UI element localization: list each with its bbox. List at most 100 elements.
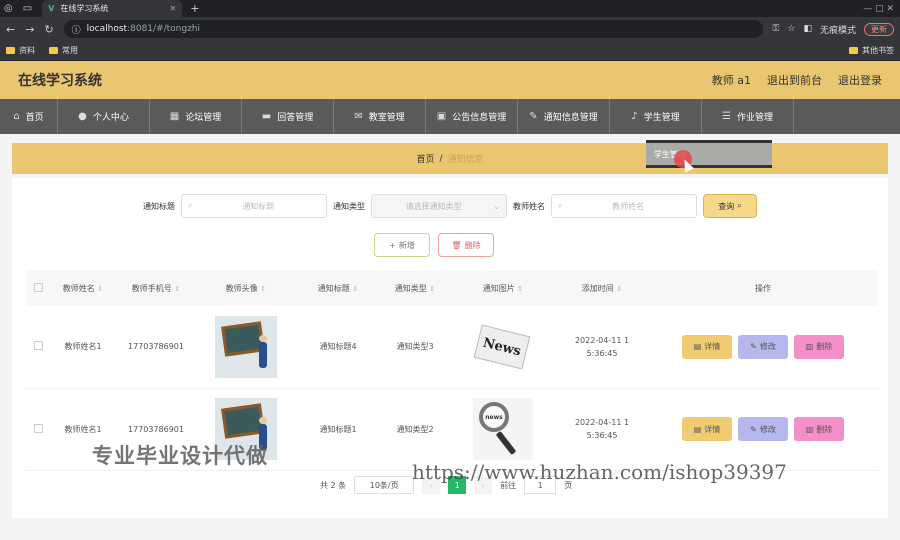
nav-item-announcements[interactable]: ▣ 公告信息管理: [426, 99, 518, 134]
browser-tab[interactable]: V 在线学习系统 ✕: [42, 0, 183, 17]
col-teacher-name[interactable]: 教师姓名 ⇕: [50, 270, 116, 306]
nav-item-profile[interactable]: ● 个人中心: [58, 99, 150, 134]
name-search-placeholder: 教师姓名: [612, 201, 645, 211]
teacher-phone-cell: 17703786901: [128, 342, 184, 352]
notice-title-cell: 通知标题4: [319, 342, 357, 352]
close-tab-icon[interactable]: ✕: [169, 4, 176, 13]
app-header: 在线学习系统 教师 a1 退出到前台 退出登录: [0, 61, 900, 99]
type-select[interactable]: 请选择通知类型 ⌄: [371, 194, 507, 218]
sort-icon[interactable]: ⇕: [616, 285, 622, 293]
mail-icon: ✉: [354, 111, 363, 122]
nav-label: 论坛管理: [185, 113, 222, 123]
col-label: 教师头像: [225, 283, 258, 293]
row-checkbox[interactable]: [33, 423, 43, 433]
globe-icon[interactable]: ◎: [4, 3, 13, 14]
detail-button[interactable]: ▤ 详情: [682, 417, 732, 441]
mic-icon: ♪: [631, 111, 638, 122]
col-teacher-phone[interactable]: 教师手机号 ⇕: [116, 270, 196, 306]
delete-button[interactable]: ▥ 删除: [794, 417, 844, 441]
bookmark-folder-1[interactable]: 常用: [49, 45, 78, 56]
edit-button[interactable]: ✎ 修改: [738, 417, 788, 441]
nav-item-answers[interactable]: ▬ 回答管理: [242, 99, 334, 134]
info-icon[interactable]: ⓘ: [72, 23, 81, 36]
toolbar-right: ⚿ ☆ ◧ 无痕模式 更新: [773, 22, 894, 36]
bookmark-folder-0[interactable]: 资料: [6, 45, 35, 56]
nav-item-students[interactable]: ♪ 学生管理: [610, 99, 702, 134]
edit-button[interactable]: ✎ 修改: [738, 334, 788, 359]
logout-link[interactable]: 退出登录: [838, 72, 882, 88]
sort-icon[interactable]: ⇕: [260, 285, 266, 293]
back-to-front-link[interactable]: 退出到前台: [767, 72, 822, 88]
teacher-avatar-image: [215, 315, 277, 378]
star-icon[interactable]: ☆: [787, 24, 795, 34]
teacher-name-cell: 教师姓名1: [64, 342, 102, 352]
name-search-input[interactable]: ⌕ 教师姓名: [551, 194, 697, 218]
window-controls[interactable]: — ▢ ✕: [863, 4, 900, 14]
breadcrumb-separator: /: [439, 153, 443, 164]
nav-label: 首页: [25, 113, 44, 123]
query-button[interactable]: 查询 ⌕: [703, 194, 757, 218]
back-icon[interactable]: ←: [6, 23, 15, 36]
vue-favicon-icon: V: [48, 4, 55, 13]
new-tab-icon[interactable]: +: [190, 2, 199, 15]
address-bar[interactable]: ⓘ localhost:8081/#/tongzhi: [63, 20, 763, 38]
name-filter-label: 教师姓名: [513, 201, 545, 211]
sort-icon[interactable]: ⇕: [174, 285, 180, 293]
detail-label: 详情: [704, 424, 721, 434]
nav-label: 个人中心: [92, 113, 129, 123]
time-line-2: 5:36:45: [586, 431, 618, 440]
page-size-select[interactable]: 10条/页: [354, 476, 415, 494]
nav-item-homework[interactable]: ☰ 作业管理: [702, 99, 794, 134]
detail-button[interactable]: ▤ 详情: [682, 334, 732, 359]
delete-button[interactable]: ▥ 删除: [794, 334, 844, 359]
row-operations: ▤ 详情 ✎ 修改 ▥ 删除: [648, 417, 878, 441]
folder-icon: [6, 47, 15, 54]
title-search-placeholder: 通知标题: [242, 201, 275, 211]
col-notice-type[interactable]: 通知类型 ⇕: [380, 270, 450, 306]
sort-icon[interactable]: ⇕: [352, 285, 358, 293]
nav-item-notifications[interactable]: ✎ 通知信息管理: [518, 99, 610, 134]
incognito-label[interactable]: 无痕模式: [820, 23, 856, 36]
row-select-cell: [26, 306, 50, 388]
forward-icon[interactable]: →: [25, 23, 34, 36]
col-created-time[interactable]: 添加时间 ⇕: [556, 270, 648, 306]
row-checkbox[interactable]: [33, 341, 43, 351]
app-title: 在线学习系统: [18, 73, 102, 89]
col-teacher-avatar[interactable]: 教师头像 ⇕: [196, 270, 296, 306]
table-row: 教师姓名1 17703786901 通知标题4 通知类型3 News 2022-…: [26, 306, 878, 388]
reload-icon[interactable]: ↻: [44, 23, 53, 36]
nav-item-classroom[interactable]: ✉ 教室管理: [334, 99, 426, 134]
sort-icon[interactable]: ⇕: [429, 285, 435, 293]
add-button[interactable]: + 新增: [374, 233, 430, 257]
pencil-icon: ✎: [750, 342, 757, 352]
select-all-cell: [26, 270, 50, 306]
col-notice-image[interactable]: 通知图片 ⇕: [450, 270, 556, 306]
breadcrumb-current: 通知信息: [447, 155, 484, 165]
table-header-row: 教师姓名 ⇕ 教师手机号 ⇕ 教师头像 ⇕ 通知标题 ⇕ 通知类型 ⇕ 通知图片…: [26, 270, 878, 306]
select-all-checkbox[interactable]: [33, 282, 43, 292]
batch-delete-button[interactable]: 🗑 删除: [438, 233, 494, 257]
key-icon[interactable]: ⚿: [773, 24, 780, 34]
sidebar-icon[interactable]: ◧: [803, 24, 812, 34]
col-notice-title[interactable]: 通知标题 ⇕: [296, 270, 380, 306]
title-search-input[interactable]: ⌕ 通知标题: [181, 194, 327, 218]
tab-list-icon[interactable]: ▭: [23, 3, 32, 14]
chat-icon: ▬: [261, 111, 272, 122]
update-button[interactable]: 更新: [864, 22, 894, 36]
notice-image-cell: news: [450, 388, 556, 470]
toolbar: ← → ↻ ⓘ localhost:8081/#/tongzhi ⚿ ☆ ◧ 无…: [0, 17, 900, 41]
nav-item-forum[interactable]: ▦ 论坛管理: [150, 99, 242, 134]
breadcrumb-home[interactable]: 首页: [416, 152, 434, 165]
col-operations: 操作: [755, 283, 771, 293]
type-select-placeholder: 请选择通知类型: [405, 201, 462, 211]
trash-icon: ▥: [805, 342, 814, 352]
sort-icon[interactable]: ⇕: [517, 285, 523, 293]
user-icon: ●: [78, 111, 87, 122]
trash-icon: ▥: [805, 424, 814, 434]
bookmark-label: 常用: [62, 46, 78, 55]
edit-icon: ✎: [529, 111, 538, 122]
other-bookmarks[interactable]: 其他书签: [849, 45, 894, 56]
notice-type-cell: 通知类型2: [396, 424, 434, 434]
nav-item-home[interactable]: ⌂ 首页: [0, 99, 58, 134]
sort-icon[interactable]: ⇕: [97, 285, 103, 293]
